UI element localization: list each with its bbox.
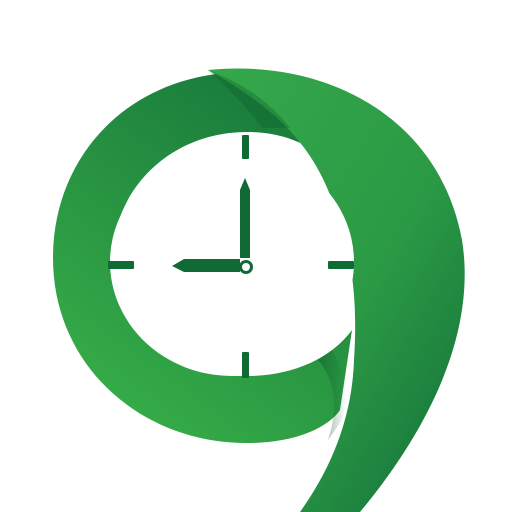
clock-center-pin-inner bbox=[242, 263, 250, 271]
mark-3 bbox=[328, 261, 354, 269]
mark-9 bbox=[108, 261, 134, 269]
minute-hand bbox=[240, 178, 250, 258]
hour-hand bbox=[172, 259, 240, 272]
mark-12 bbox=[242, 135, 249, 159]
mark-6 bbox=[242, 352, 249, 378]
app-logo bbox=[0, 0, 512, 512]
nine-clock-icon bbox=[53, 68, 465, 512]
